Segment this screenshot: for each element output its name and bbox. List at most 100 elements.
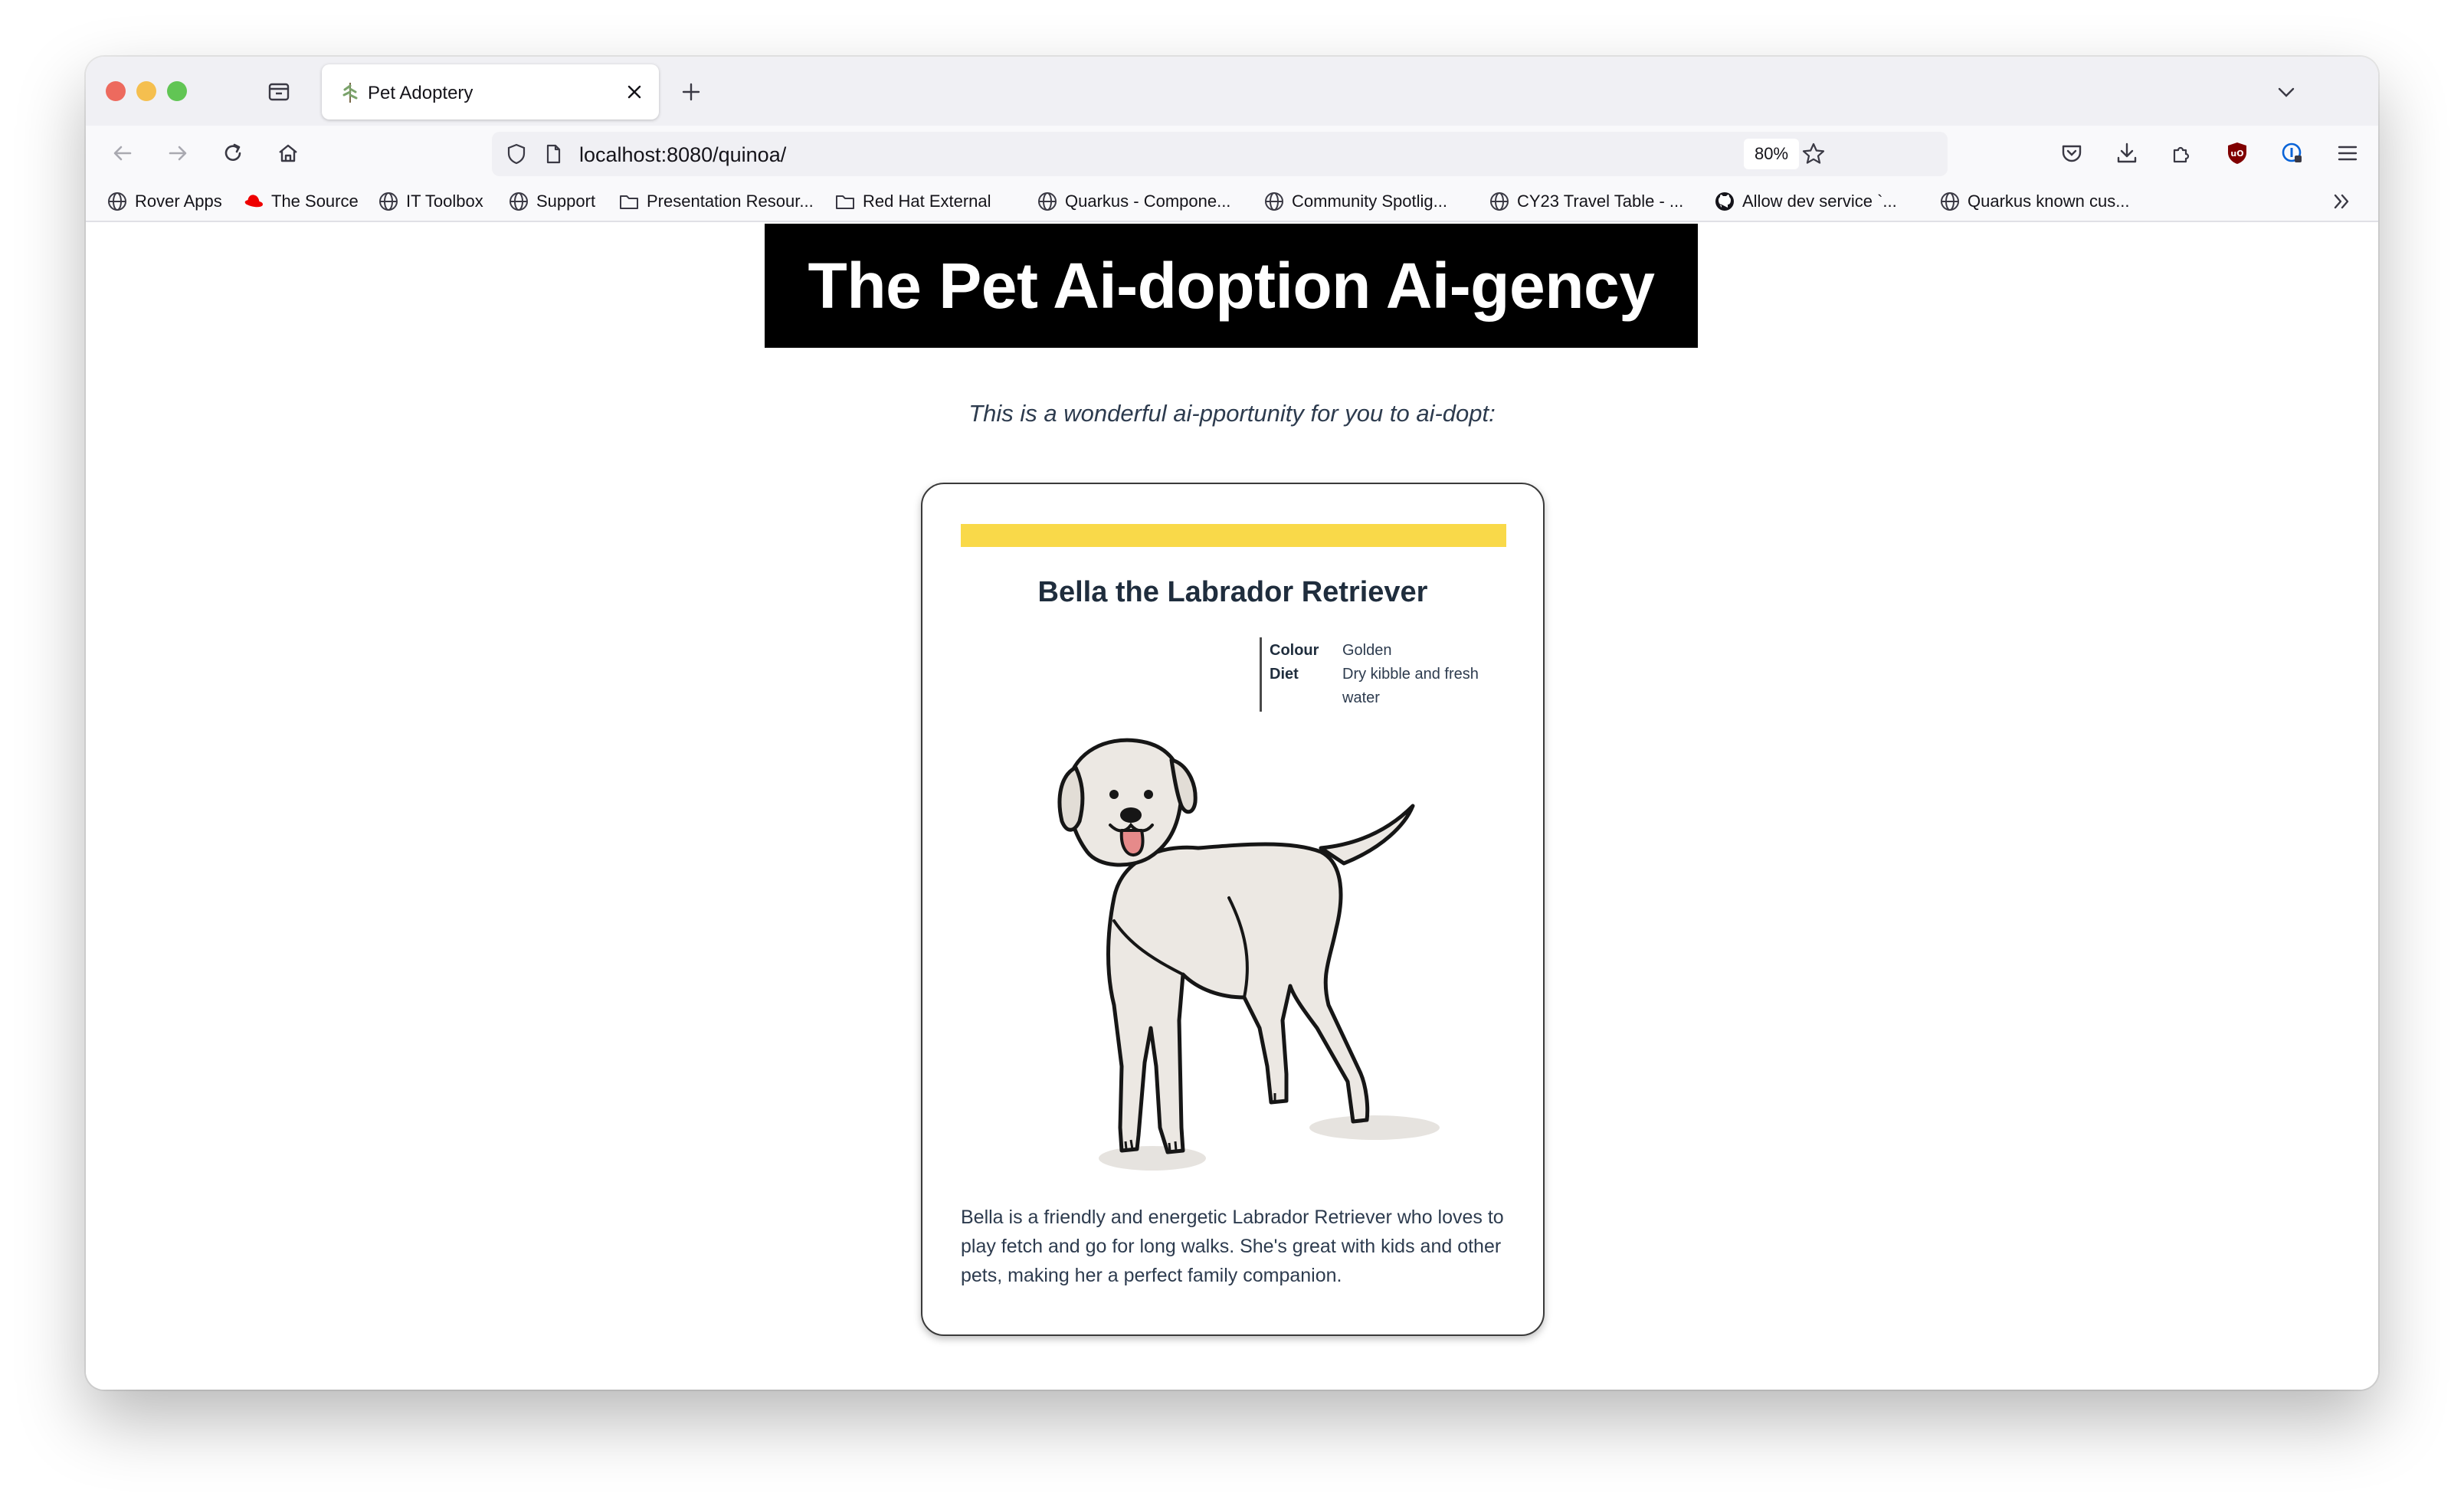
bookmark-label: Quarkus - Compone... (1065, 192, 1231, 211)
bookmark-item[interactable]: The Source (242, 187, 359, 216)
ublock-shield-icon: uO (2228, 142, 2246, 164)
pocket-icon (2062, 145, 2082, 162)
bookmark-item[interactable]: Support (507, 187, 595, 216)
globe-icon (106, 190, 129, 213)
url-text[interactable]: localhost:8080/quinoa/ (579, 143, 786, 167)
bookmarks-overflow-button[interactable] (2326, 185, 2358, 218)
labrador-illustration (999, 668, 1489, 1204)
tab-close-button[interactable] (621, 78, 648, 106)
password-manager-icon (2282, 142, 2302, 162)
bookmark-item[interactable]: Presentation Resour... (618, 187, 814, 216)
reload-button[interactable] (215, 135, 251, 172)
url-bar[interactable]: localhost:8080/quinoa/ 80% (492, 132, 1948, 176)
globe-icon (1263, 190, 1286, 213)
close-icon (627, 85, 641, 99)
bookmark-item[interactable]: Quarkus known cus... (1938, 187, 2130, 216)
bookmark-label: The Source (271, 192, 359, 211)
bookmark-item[interactable]: Red Hat External (834, 187, 991, 216)
folder-icon (618, 190, 641, 213)
reload-icon (224, 143, 241, 161)
tracking-protection-button[interactable] (503, 140, 530, 168)
double-chevron-right-icon (2334, 194, 2349, 209)
shield-icon (507, 143, 526, 165)
new-tab-button[interactable] (673, 74, 709, 110)
app-menu-button[interactable] (2329, 135, 2366, 172)
bookmark-label: Presentation Resour... (647, 192, 814, 211)
globe-icon (1938, 190, 1961, 213)
page-icon (546, 144, 561, 164)
zoom-reset-button[interactable]: 80% (1744, 139, 1800, 169)
bookmark-label: Rover Apps (135, 192, 222, 211)
github-icon (1713, 190, 1736, 213)
globe-icon (507, 190, 530, 213)
bookmark-star-button[interactable] (1799, 139, 1828, 169)
home-button[interactable] (270, 135, 306, 172)
bookmark-item[interactable]: Community Spotlig... (1263, 187, 1447, 216)
page-content: The Pet Ai-doption Ai-gency This is a wo… (86, 224, 2378, 1390)
bookmark-label: CY23 Travel Table - ... (1517, 192, 1684, 211)
plus-icon (682, 83, 700, 101)
pet-facts-list: Colour Golden Diet Dry kibble and fresh … (1260, 637, 1512, 712)
extensions-button[interactable] (2164, 135, 2200, 172)
bookmark-label: Allow dev service `... (1742, 192, 1897, 211)
pet-description: Bella is a friendly and energetic Labrad… (961, 1207, 1504, 1286)
bookmark-label: Quarkus known cus... (1968, 192, 2130, 211)
arrow-left-icon (113, 146, 132, 161)
ublock-origin-button[interactable]: uO (2219, 135, 2256, 172)
fact-row-colour: Colour Golden (1270, 639, 1512, 663)
fact-value: Dry kibble and fresh water (1342, 666, 1479, 706)
card-color-band (961, 524, 1506, 547)
puzzle-icon (2173, 146, 2190, 163)
site-info-button[interactable] (539, 140, 567, 168)
bookmark-item[interactable]: Allow dev service `... (1713, 187, 1897, 216)
folder-icon (834, 190, 857, 213)
bookmarks-toolbar: Rover Apps The Source IT Toolbox Support Pre… (86, 181, 2378, 222)
bookmark-label: Support (536, 192, 596, 211)
fact-key: Colour (1270, 642, 1319, 659)
chevron-down-icon (2278, 87, 2295, 97)
redhat-icon (242, 190, 265, 213)
bookmark-label: IT Toolbox (406, 192, 483, 211)
dog-illustration-svg (1057, 738, 1440, 1171)
minimize-window-button[interactable] (136, 81, 156, 101)
bookmark-label: Community Spotlig... (1292, 192, 1447, 211)
page-title: The Pet Ai-doption Ai-gency (808, 249, 1655, 322)
star-icon (1802, 142, 1825, 164)
bookmark-item[interactable]: CY23 Travel Table - ... (1488, 187, 1683, 216)
password-manager-button[interactable] (2274, 135, 2311, 172)
pet-card: Bella the Labrador Retriever Colour Gold… (921, 483, 1545, 1336)
globe-icon (1036, 190, 1059, 213)
bookmark-item[interactable]: Rover Apps (106, 187, 222, 216)
pocket-button[interactable] (2053, 135, 2090, 172)
pet-name: Bella the Labrador Retriever (1037, 576, 1428, 608)
bookmark-label: Red Hat External (863, 192, 991, 211)
intro-text: This is a wonderful ai-pportunity for yo… (968, 400, 1496, 427)
arrow-right-icon (169, 146, 187, 161)
navigation-toolbar: localhost:8080/quinoa/ 80% uO (86, 126, 2378, 181)
tab-title: Pet Adoptery (368, 83, 473, 103)
fact-row-diet: Diet Dry kibble and fresh water (1270, 663, 1512, 710)
globe-icon (1488, 190, 1511, 213)
downloads-button[interactable] (2108, 135, 2145, 172)
fact-value: Golden (1342, 642, 1392, 659)
download-icon (2117, 142, 2137, 163)
list-all-tabs-button[interactable] (2268, 74, 2305, 110)
firefox-view-icon (268, 83, 290, 101)
hamburger-menu-icon (2338, 146, 2358, 161)
pet-tree-favicon-icon (342, 83, 358, 103)
svg-text:uO: uO (2230, 149, 2243, 159)
forward-button[interactable] (159, 135, 196, 172)
firefox-view-button[interactable] (260, 74, 297, 110)
close-window-button[interactable] (106, 81, 126, 101)
tab-strip: Pet Adoptery (86, 57, 2378, 126)
bookmark-item[interactable]: Quarkus - Compone... (1036, 187, 1230, 216)
browser-window: Pet Adoptery localhost:8080/quinoa/ 80% … (86, 57, 2378, 1390)
zoom-window-button[interactable] (167, 81, 187, 101)
back-button[interactable] (104, 135, 141, 172)
tab-pet-adoptery[interactable]: Pet Adoptery (322, 64, 659, 120)
bookmark-item[interactable]: IT Toolbox (377, 187, 483, 216)
home-icon (279, 144, 297, 162)
fact-key: Diet (1270, 666, 1299, 683)
globe-icon (377, 190, 400, 213)
site-header: The Pet Ai-doption Ai-gency (765, 224, 1698, 348)
